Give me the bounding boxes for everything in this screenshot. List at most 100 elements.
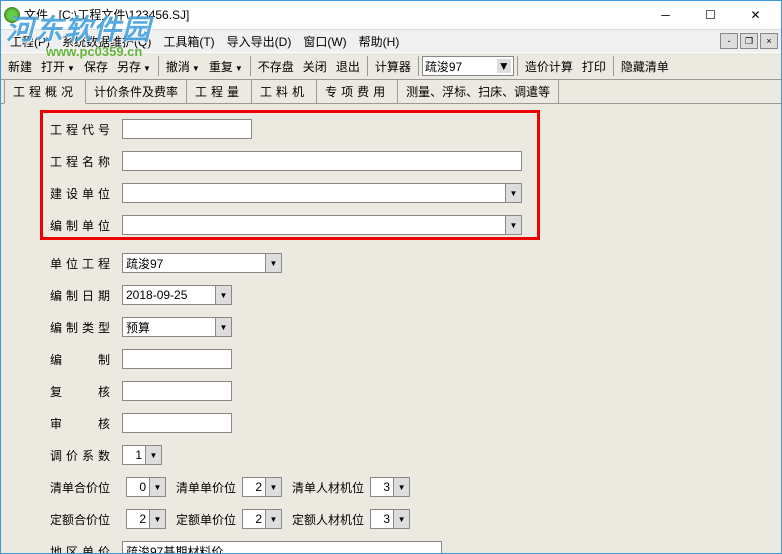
compile-date-label: 编制日期: [50, 287, 110, 304]
list-unit-pos-label: 清单单价位: [176, 479, 236, 496]
list-total-pos-combo[interactable]: 0▼: [126, 477, 166, 497]
menu-sysdata[interactable]: 系统数据维护(Q): [56, 31, 157, 52]
chevron-down-icon: ▼: [149, 478, 165, 496]
save-button[interactable]: 保存: [80, 56, 112, 77]
auditor-input[interactable]: [122, 413, 232, 433]
exit-button[interactable]: 退出: [332, 56, 364, 77]
chevron-down-icon: ▼: [67, 64, 75, 73]
list-mat-pos-combo[interactable]: 3▼: [370, 477, 410, 497]
chevron-down-icon: ▼: [265, 254, 281, 272]
compiler-label: 编制: [50, 351, 110, 368]
build-unit-combo[interactable]: ▼: [122, 183, 522, 203]
menubar: 工程(P) 系统数据维护(Q) 工具箱(T) 导入导出(D) 窗口(W) 帮助(…: [0, 30, 782, 52]
menu-help[interactable]: 帮助(H): [353, 31, 406, 52]
chevron-down-icon: ▼: [215, 318, 231, 336]
proj-name-input[interactable]: [122, 151, 522, 171]
chevron-down-icon: ▼: [192, 64, 200, 73]
region-price-combo[interactable]: 疏浚97基期材料价: [122, 541, 442, 554]
chevron-down-icon: ▼: [393, 478, 409, 496]
quota-mat-pos-label: 定额人材机位: [292, 511, 364, 528]
hide-list-button[interactable]: 隐藏清单: [617, 56, 673, 77]
compile-date-value: 2018-09-25: [123, 288, 215, 302]
separator: [613, 56, 614, 76]
quota-unit-pos-label: 定额单价位: [176, 511, 236, 528]
tab-survey-etc[interactable]: 测量、浮标、扫床、调遣等: [397, 79, 559, 103]
chevron-down-icon: ▼: [235, 64, 243, 73]
chevron-down-icon: ▼: [505, 216, 521, 234]
quota-mat-pos-combo[interactable]: 3▼: [370, 509, 410, 529]
tabbar: 工程概况 计价条件及费率 工程量 工料机 专项费用 测量、浮标、扫床、调遣等: [0, 80, 782, 104]
close-button[interactable]: ✕: [733, 1, 778, 29]
form-content: 工程代号 工程名称 建设单位 ▼ 编制单位 ▼ 单位工程 疏浚97 ▼ 编制日期…: [0, 104, 782, 554]
open-button[interactable]: 打开▼: [37, 56, 79, 77]
app-icon: [4, 7, 20, 23]
region-price-value: 疏浚97基期材料价: [123, 543, 441, 554]
chevron-down-icon: ▼: [145, 446, 161, 464]
separator: [158, 56, 159, 76]
quota-combo[interactable]: 疏浚97 ▼: [422, 56, 514, 76]
chevron-down-icon: ▼: [265, 510, 281, 528]
region-price-label: 地区单价: [50, 543, 110, 554]
window-title: 文件 - [C:\工程文件\123456.SJ]: [24, 6, 643, 23]
tab-project-overview[interactable]: 工程概况: [4, 79, 86, 104]
unit-proj-combo[interactable]: 疏浚97 ▼: [122, 253, 282, 273]
separator: [517, 56, 518, 76]
child-restore-button[interactable]: ❐: [740, 33, 758, 49]
auditor-label: 审核: [50, 415, 110, 432]
proj-code-input[interactable]: [122, 119, 252, 139]
menu-import-export[interactable]: 导入导出(D): [221, 31, 298, 52]
separator: [367, 56, 368, 76]
chevron-down-icon: ▼: [265, 478, 281, 496]
redo-button[interactable]: 重复▼: [205, 56, 247, 77]
child-close-button[interactable]: ×: [760, 33, 778, 49]
cost-calc-button[interactable]: 造价计算: [521, 56, 577, 77]
chevron-down-icon: ▼: [149, 510, 165, 528]
compile-type-label: 编制类型: [50, 319, 110, 336]
chevron-down-icon: ▼: [393, 510, 409, 528]
unit-proj-label: 单位工程: [50, 255, 110, 272]
menu-toolbox[interactable]: 工具箱(T): [157, 31, 220, 52]
child-minimize-button[interactable]: -: [720, 33, 738, 49]
tab-material[interactable]: 工料机: [251, 79, 317, 103]
tab-special-cost[interactable]: 专项费用: [316, 79, 398, 103]
maximize-button[interactable]: ☐: [688, 1, 733, 29]
undo-button[interactable]: 撤消▼: [162, 56, 204, 77]
tab-quantity[interactable]: 工程量: [186, 79, 252, 103]
minimize-button[interactable]: ─: [643, 1, 688, 29]
unit-proj-value: 疏浚97: [123, 255, 265, 272]
titlebar: 文件 - [C:\工程文件\123456.SJ] ─ ☐ ✕: [0, 0, 782, 30]
reviewer-label: 复核: [50, 383, 110, 400]
build-unit-label: 建设单位: [50, 185, 110, 202]
list-total-pos-label: 清单合价位: [50, 479, 110, 496]
print-button[interactable]: 打印: [578, 56, 610, 77]
close-file-button[interactable]: 关闭: [299, 56, 331, 77]
quota-unit-pos-combo[interactable]: 2▼: [242, 509, 282, 529]
compile-date-picker[interactable]: 2018-09-25 ▼: [122, 285, 232, 305]
new-button[interactable]: 新建: [4, 56, 36, 77]
compile-unit-label: 编制单位: [50, 217, 110, 234]
adjust-coef-value: 1: [123, 448, 145, 462]
separator: [418, 56, 419, 76]
proj-code-label: 工程代号: [50, 121, 110, 138]
compile-type-combo[interactable]: 预算 ▼: [122, 317, 232, 337]
calculator-button[interactable]: 计算器: [371, 56, 415, 77]
chevron-down-icon: ▼: [215, 286, 231, 304]
list-mat-pos-label: 清单人材机位: [292, 479, 364, 496]
adjust-coef-label: 调价系数: [50, 447, 110, 464]
nosave-button[interactable]: 不存盘: [254, 56, 298, 77]
list-unit-pos-combo[interactable]: 2▼: [242, 477, 282, 497]
quota-total-pos-combo[interactable]: 2▼: [126, 509, 166, 529]
menu-window[interactable]: 窗口(W): [297, 31, 352, 52]
menu-project[interactable]: 工程(P): [4, 31, 56, 52]
quota-total-pos-label: 定额合价位: [50, 511, 110, 528]
compiler-input[interactable]: [122, 349, 232, 369]
saveas-button[interactable]: 另存▼: [113, 56, 155, 77]
reviewer-input[interactable]: [122, 381, 232, 401]
quota-combo-value: 疏浚97: [425, 58, 495, 75]
tab-pricing-rate[interactable]: 计价条件及费率: [85, 79, 187, 103]
chevron-down-icon: ▼: [505, 184, 521, 202]
chevron-down-icon: ▼: [143, 64, 151, 73]
adjust-coef-combo[interactable]: 1 ▼: [122, 445, 162, 465]
toolbar: 新建 打开▼ 保存 另存▼ 撤消▼ 重复▼ 不存盘 关闭 退出 计算器 疏浚97…: [0, 52, 782, 80]
compile-unit-combo[interactable]: ▼: [122, 215, 522, 235]
